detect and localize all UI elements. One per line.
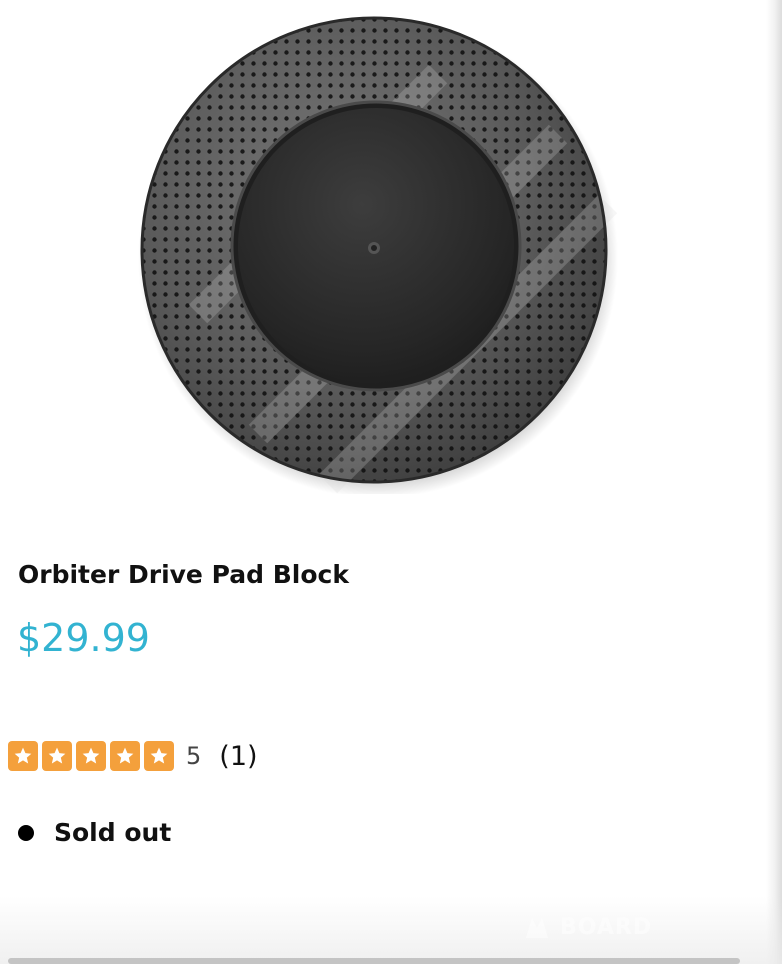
stock-status-label: Sold out (54, 818, 172, 847)
watermark-logo-icon (526, 918, 548, 938)
watermark: BOARD (522, 912, 652, 942)
star-icon (76, 741, 106, 771)
star-icon (144, 741, 174, 771)
product-price: $29.99 (17, 616, 150, 660)
bottom-fade (0, 896, 782, 964)
product-card-page: Orbiter Drive Pad Block $29.99 5 (1) Sol… (0, 0, 782, 964)
rating-value: 5 (186, 742, 202, 770)
product-image[interactable] (138, 14, 618, 494)
status-dot-icon (18, 824, 34, 841)
rating-stars (8, 741, 178, 771)
star-icon (42, 741, 72, 771)
product-rating[interactable]: 5 (1) (8, 738, 258, 774)
stock-status: Sold out (18, 818, 171, 847)
product-title[interactable]: Orbiter Drive Pad Block (18, 560, 349, 589)
horizontal-scrollbar[interactable] (8, 958, 740, 964)
rating-count[interactable]: (1) (219, 741, 257, 772)
right-edge-shadow (766, 0, 782, 964)
star-icon (110, 741, 140, 771)
watermark-text: BOARD (560, 914, 653, 940)
star-icon (8, 741, 38, 771)
